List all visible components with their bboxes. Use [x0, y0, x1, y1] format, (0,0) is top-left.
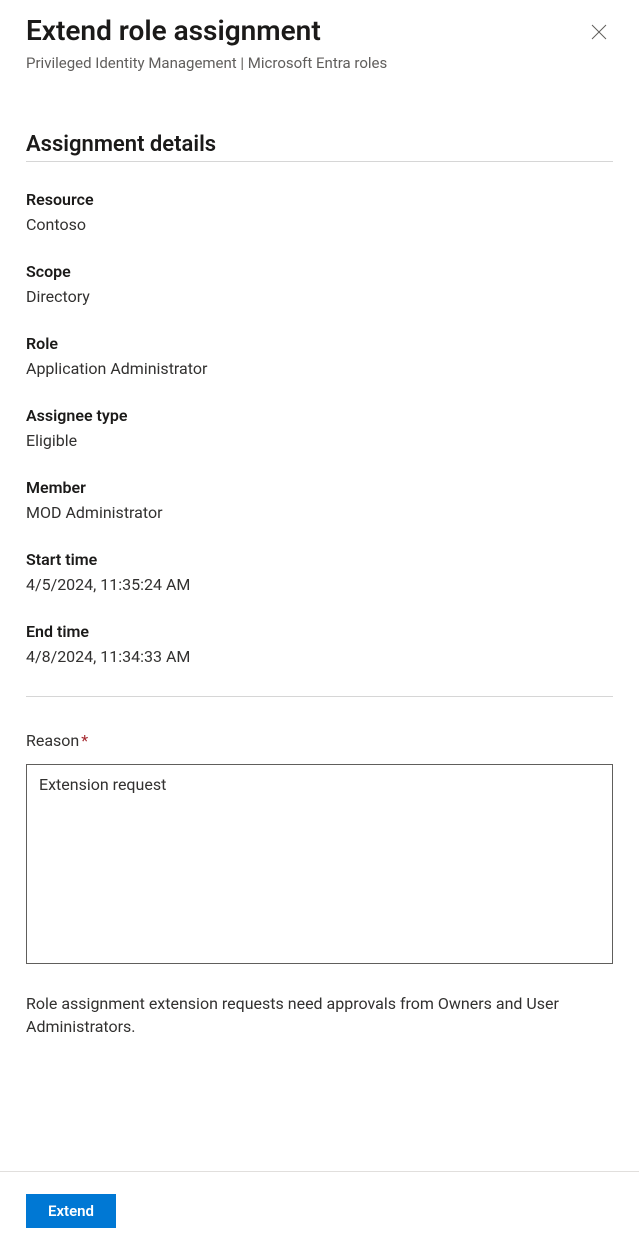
- close-button[interactable]: [585, 18, 613, 49]
- field-value-member: MOD Administrator: [26, 503, 613, 522]
- field-label-resource: Resource: [26, 190, 613, 209]
- field-label-role: Role: [26, 334, 613, 353]
- field-assignee-type: Assignee type Eligible: [26, 406, 613, 450]
- field-value-end-time: 4/8/2024, 11:34:33 AM: [26, 647, 613, 666]
- field-value-scope: Directory: [26, 287, 613, 306]
- required-indicator: *: [81, 731, 88, 750]
- panel-header: Extend role assignment Privileged Identi…: [26, 14, 613, 72]
- field-value-assignee-type: Eligible: [26, 431, 613, 450]
- divider: [26, 696, 613, 697]
- field-resource: Resource Contoso: [26, 190, 613, 234]
- panel-subtitle: Privileged Identity Management | Microso…: [26, 54, 585, 72]
- section-title-assignment-details: Assignment details: [26, 132, 613, 162]
- field-label-end-time: End time: [26, 622, 613, 641]
- reason-textarea[interactable]: [26, 764, 613, 964]
- field-value-resource: Contoso: [26, 215, 613, 234]
- approval-info-text: Role assignment extension requests need …: [26, 992, 613, 1038]
- field-label-scope: Scope: [26, 262, 613, 281]
- field-label-member: Member: [26, 478, 613, 497]
- field-label-start-time: Start time: [26, 550, 613, 569]
- field-label-assignee-type: Assignee type: [26, 406, 613, 425]
- field-role: Role Application Administrator: [26, 334, 613, 378]
- reason-label-text: Reason: [26, 731, 79, 750]
- panel-title: Extend role assignment: [26, 14, 585, 48]
- panel-footer: Extend: [0, 1171, 639, 1246]
- field-value-role: Application Administrator: [26, 359, 613, 378]
- field-value-start-time: 4/5/2024, 11:35:24 AM: [26, 575, 613, 594]
- close-icon: [591, 24, 607, 40]
- field-reason: Reason*: [26, 731, 613, 968]
- extend-button[interactable]: Extend: [26, 1194, 116, 1228]
- field-scope: Scope Directory: [26, 262, 613, 306]
- field-start-time: Start time 4/5/2024, 11:35:24 AM: [26, 550, 613, 594]
- field-end-time: End time 4/8/2024, 11:34:33 AM: [26, 622, 613, 666]
- field-label-reason: Reason*: [26, 731, 613, 750]
- field-member: Member MOD Administrator: [26, 478, 613, 522]
